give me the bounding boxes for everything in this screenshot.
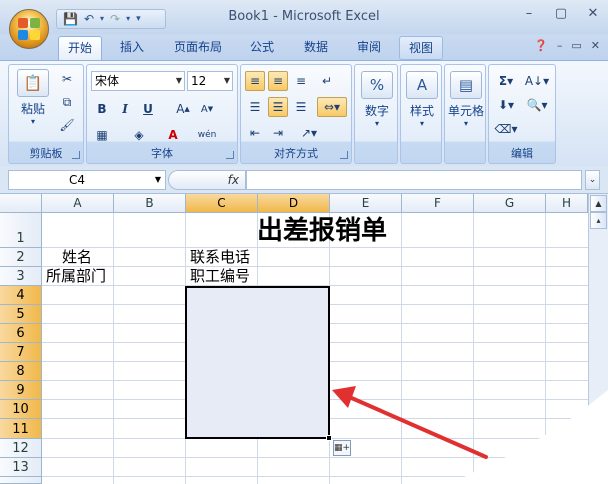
align-middle-icon[interactable]: ≡ bbox=[268, 71, 288, 91]
font-size-combo[interactable]: 12 ▼ bbox=[187, 71, 233, 91]
office-button[interactable] bbox=[9, 9, 49, 49]
window-title: Book1 - Microsoft Excel bbox=[228, 9, 380, 24]
tab-formulas[interactable]: 公式 bbox=[240, 36, 284, 60]
shrink-font-icon[interactable]: A ▼ bbox=[197, 99, 217, 119]
styles-label: 样式 bbox=[409, 104, 434, 118]
minimize-icon[interactable]: – bbox=[557, 39, 563, 52]
cells-label: 单元格 bbox=[447, 104, 484, 118]
number-label: 数字 bbox=[364, 104, 389, 118]
formula-input[interactable] bbox=[246, 170, 582, 190]
cut-icon[interactable]: ✂ bbox=[57, 69, 77, 89]
styles-icon: A bbox=[406, 71, 438, 99]
cells-icon: ▤ bbox=[450, 71, 482, 99]
name-box-value: C4 bbox=[69, 173, 86, 187]
dialog-launcher-icon[interactable] bbox=[72, 151, 80, 159]
clear-icon[interactable]: ⌫▾ bbox=[493, 119, 519, 139]
dropdown-arrow-icon: ▾ bbox=[374, 119, 379, 128]
clipboard-icon: 📋 bbox=[17, 69, 49, 97]
number-format-button[interactable]: % 数字 ▾ bbox=[359, 71, 395, 128]
number-group[interactable]: % 数字 ▾ bbox=[354, 64, 398, 164]
dropdown-arrow-icon: ▾ bbox=[419, 119, 424, 128]
tab-view[interactable]: 视图 bbox=[399, 36, 443, 60]
expand-formula-bar-icon[interactable]: ⌄ bbox=[585, 170, 600, 190]
close-icon[interactable]: ✕ bbox=[584, 6, 602, 21]
worksheet[interactable]: A B C D E F G H 1 2 3 4 5 6 7 8 9 10 11 … bbox=[0, 194, 608, 484]
ribbon: 📋 粘贴 ▾ ✂ ⧉ 🖌 剪贴板 宋体 ▼ 12 ▼ B I U A ▲ A ▼ ▦ ◈ bbox=[0, 60, 608, 166]
minimize-icon[interactable]: – bbox=[520, 6, 538, 21]
torn-edge-overlay bbox=[450, 390, 608, 484]
title-bar: 💾 ↶ ▾ ↷ ▾ ▾ Book1 - Microsoft Excel – ▢ … bbox=[0, 0, 608, 34]
editing-group-title: 编辑 bbox=[511, 147, 533, 160]
tab-page-layout[interactable]: 页面布局 bbox=[166, 36, 230, 60]
sum-symbol: Σ bbox=[498, 74, 508, 88]
align-right-icon[interactable]: ☰ bbox=[291, 97, 311, 117]
autosum-button[interactable]: Σ ▾ bbox=[493, 71, 519, 91]
paste-label: 粘贴 bbox=[20, 102, 45, 116]
align-bottom-icon[interactable]: ≡ bbox=[291, 71, 311, 91]
dropdown-arrow-icon[interactable]: ▼ bbox=[155, 171, 161, 189]
sort-filter-icon[interactable]: A↓▾ bbox=[523, 71, 551, 91]
formula-bar: C4 ▼ fx ⌄ bbox=[0, 166, 608, 194]
dialog-launcher-icon[interactable] bbox=[340, 151, 348, 159]
phonetic-icon[interactable]: wén bbox=[197, 125, 217, 145]
bold-button[interactable]: B bbox=[92, 99, 112, 119]
merge-center-icon[interactable]: ⇔▾ bbox=[317, 97, 347, 117]
align-top-icon[interactable]: ≡ bbox=[245, 71, 265, 91]
styles-group[interactable]: A 样式 ▾ bbox=[400, 64, 442, 164]
tab-insert[interactable]: 插入 bbox=[110, 36, 154, 60]
name-box[interactable]: C4 ▼ bbox=[8, 170, 166, 190]
increase-indent-icon[interactable]: ⇥ bbox=[268, 123, 288, 143]
window-controls: – ▢ ✕ bbox=[520, 6, 602, 21]
tab-data[interactable]: 数据 bbox=[294, 36, 338, 60]
format-painter-icon[interactable]: 🖌 bbox=[57, 115, 77, 135]
find-select-icon[interactable]: 🔍▾ bbox=[523, 95, 551, 115]
font-group-title: 字体 bbox=[151, 147, 173, 160]
wrap-text-icon[interactable]: ↵ bbox=[317, 71, 337, 91]
alignment-group-title: 对齐方式 bbox=[274, 147, 318, 160]
close-icon[interactable]: ✕ bbox=[591, 39, 600, 52]
copy-icon[interactable]: ⧉ bbox=[57, 92, 77, 112]
font-color-icon[interactable]: A bbox=[163, 125, 183, 145]
help-icon[interactable]: ❓ bbox=[534, 39, 548, 52]
percent-icon: % bbox=[361, 71, 393, 99]
fx-label: fx bbox=[227, 173, 239, 187]
dropdown-arrow-icon: ▼ bbox=[175, 76, 182, 85]
dropdown-arrow-icon: ▾ bbox=[30, 117, 35, 126]
dropdown-arrow-icon: ▾ bbox=[463, 119, 468, 128]
ribbon-tabs: 开始 插入 页面布局 公式 数据 审阅 视图 bbox=[0, 34, 608, 60]
borders-icon[interactable]: ▦ bbox=[92, 125, 112, 145]
alignment-group: ≡ ≡ ≡ ↵ ☰ ☰ ☰ ⇔▾ ⇤ ⇥ ↗▾ 对齐方式 bbox=[240, 64, 352, 164]
grow-font-icon[interactable]: A ▲ bbox=[173, 99, 193, 119]
italic-button[interactable]: I bbox=[115, 99, 135, 119]
fill-icon[interactable]: ⬇▾ bbox=[493, 95, 519, 115]
font-size-value: 12 bbox=[191, 74, 207, 88]
cells-button[interactable]: ▤ 单元格 ▾ bbox=[446, 71, 486, 128]
orientation-icon[interactable]: ↗▾ bbox=[295, 123, 323, 143]
tab-review[interactable]: 审阅 bbox=[347, 36, 391, 60]
office-logo-icon bbox=[18, 18, 40, 40]
clipboard-group: 📋 粘贴 ▾ ✂ ⧉ 🖌 剪贴板 bbox=[8, 64, 84, 164]
paste-button[interactable]: 📋 粘贴 ▾ bbox=[15, 69, 51, 126]
fill-color-icon[interactable]: ◈ bbox=[129, 125, 149, 145]
insert-function-button[interactable]: fx bbox=[168, 170, 246, 190]
tab-home[interactable]: 开始 bbox=[58, 36, 102, 60]
dialog-launcher-icon[interactable] bbox=[226, 151, 234, 159]
excel-window: 💾 ↶ ▾ ↷ ▾ ▾ Book1 - Microsoft Excel – ▢ … bbox=[0, 0, 608, 484]
underline-button[interactable]: U bbox=[138, 99, 158, 119]
decrease-indent-icon[interactable]: ⇤ bbox=[245, 123, 265, 143]
dropdown-arrow-icon: ▼ bbox=[223, 76, 230, 85]
font-group: 宋体 ▼ 12 ▼ B I U A ▲ A ▼ ▦ ◈ A wén 字体 bbox=[86, 64, 238, 164]
restore-icon[interactable]: ▢ bbox=[552, 6, 570, 21]
cells-group[interactable]: ▤ 单元格 ▾ bbox=[444, 64, 486, 164]
ribbon-right-controls: ❓ – ▭ ✕ bbox=[534, 39, 600, 52]
font-name-combo[interactable]: 宋体 ▼ bbox=[91, 71, 185, 91]
editing-group: Σ ▾ A↓▾ ⬇▾ 🔍▾ ⌫▾ 编辑 bbox=[488, 64, 556, 164]
font-name-value: 宋体 bbox=[95, 74, 120, 88]
styles-button[interactable]: A 样式 ▾ bbox=[405, 71, 439, 128]
align-center-icon[interactable]: ☰ bbox=[268, 97, 288, 117]
restore-icon[interactable]: ▭ bbox=[571, 39, 581, 52]
align-left-icon[interactable]: ☰ bbox=[245, 97, 265, 117]
